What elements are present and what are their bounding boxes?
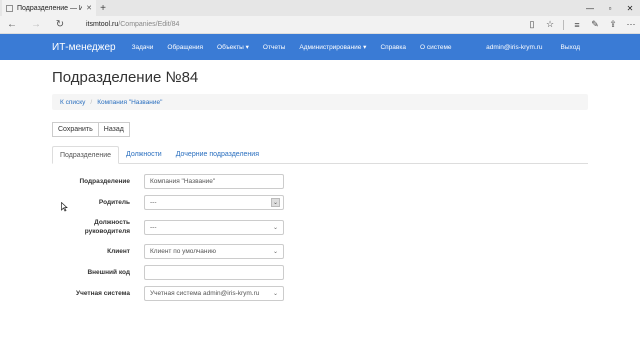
external-code-label: Внешний код — [87, 269, 130, 276]
nav-requests[interactable]: Обращения — [167, 44, 203, 51]
form-row-parent: Родитель --- ⌄ — [52, 195, 588, 210]
breadcrumb-current[interactable]: Компания "Название" — [97, 99, 162, 106]
hub-icon[interactable]: ≡ — [568, 16, 586, 34]
browser-toolbar: ← → ↻ itsmtool.ru/Companies/Edit/84 ▯ ☆ … — [0, 16, 640, 34]
nav-tasks[interactable]: Задачи — [132, 44, 154, 51]
favorite-star-icon[interactable]: ☆ — [541, 16, 559, 34]
logout-link[interactable]: Выход — [561, 44, 580, 51]
minimize-icon[interactable]: — — [580, 0, 600, 16]
browser-tab-strip: Подразделение — ИТ- ✕ + — ▫ ✕ — [0, 0, 640, 16]
division-label: Подразделение — [79, 178, 130, 185]
back-icon[interactable]: ← — [0, 16, 24, 34]
client-label: Клиент — [107, 248, 130, 255]
app-navbar: ИТ-менеджер Задачи Обращения Объекты ▾ О… — [0, 34, 640, 60]
tab-bar: Подразделение Должности Дочерние подразд… — [52, 146, 588, 164]
division-form: Подразделение Компания "Название" Родите… — [52, 174, 588, 301]
close-window-icon[interactable]: ✕ — [620, 0, 640, 16]
forward-icon[interactable]: → — [24, 16, 48, 34]
form-row-client: Клиент Клиент по умолчанию ⌄ — [52, 244, 588, 259]
system-label: Учетная система — [76, 290, 130, 297]
address-bar[interactable]: itsmtool.ru/Companies/Edit/84 — [72, 21, 523, 28]
client-select[interactable]: Клиент по умолчанию ⌄ — [144, 244, 284, 259]
divider — [563, 19, 564, 30]
window-controls: — ▫ ✕ — [580, 0, 640, 16]
url-host: itsmtool.ru — [86, 21, 119, 28]
main-content: Подразделение №84 К списку / Компания "Н… — [0, 69, 640, 301]
breadcrumb: К списку / Компания "Название" — [52, 94, 588, 110]
external-code-input[interactable] — [144, 265, 284, 280]
nav-reports[interactable]: Отчеты — [263, 44, 285, 51]
form-row-head-position: Должность руководителя --- ⌄ — [52, 216, 588, 238]
action-buttons: Сохранить Назад — [52, 122, 588, 137]
chevron-down-icon: ⌄ — [272, 224, 278, 231]
tab-positions[interactable]: Должности — [119, 146, 169, 163]
brand-logo[interactable]: ИТ-менеджер — [52, 42, 116, 53]
nav-admin[interactable]: Администрирование ▾ — [299, 43, 366, 51]
note-icon[interactable]: ✎ — [586, 16, 604, 34]
client-select-value: Клиент по умолчанию — [150, 248, 217, 255]
new-tab-icon[interactable]: + — [96, 0, 110, 16]
form-row-division: Подразделение Компания "Название" — [52, 174, 588, 189]
nav-help[interactable]: Справка — [380, 44, 406, 51]
breadcrumb-separator: / — [90, 98, 93, 106]
breadcrumb-back-link[interactable]: К списку — [60, 99, 85, 106]
head-position-select[interactable]: --- ⌄ — [144, 219, 284, 235]
chevron-down-icon: ⌄ — [271, 198, 280, 207]
form-row-system: Учетная система Учетная система admin@ir… — [52, 286, 588, 301]
user-link[interactable]: admin@iris-krym.ru — [486, 44, 542, 51]
head-position-label: Должность руководителя — [84, 219, 130, 235]
parent-select[interactable]: --- ⌄ — [144, 195, 284, 210]
nav-objects[interactable]: Объекты ▾ — [217, 43, 249, 51]
head-position-select-value: --- — [150, 223, 157, 231]
nav-about[interactable]: О системе — [420, 44, 452, 51]
maximize-icon[interactable]: ▫ — [600, 0, 620, 16]
tab-child-divisions[interactable]: Дочерние подразделения — [169, 146, 266, 163]
url-path: /Companies/Edit/84 — [118, 21, 180, 28]
refresh-icon[interactable]: ↻ — [48, 16, 72, 34]
close-tab-icon[interactable]: ✕ — [86, 4, 92, 12]
mouse-cursor-icon — [61, 201, 68, 214]
form-row-external-code: Внешний код — [52, 265, 588, 280]
tab-division[interactable]: Подразделение — [52, 146, 120, 164]
page-icon — [6, 4, 13, 12]
system-select[interactable]: Учетная система admin@iris-krym.ru ⌄ — [144, 286, 284, 301]
browser-actions: ▯ ☆ ≡ ✎ ⇪ ⋯ — [523, 16, 640, 34]
browser-tab[interactable]: Подразделение — ИТ- ✕ — [2, 0, 96, 16]
parent-select-value: --- — [150, 199, 157, 206]
reading-view-icon[interactable]: ▯ — [523, 16, 541, 34]
system-select-value: Учетная система admin@iris-krym.ru — [150, 290, 260, 297]
back-button[interactable]: Назад — [98, 122, 130, 137]
chevron-down-icon: ⌄ — [272, 249, 278, 255]
division-input[interactable]: Компания "Название" — [144, 174, 284, 189]
browser-tab-title: Подразделение — ИТ- — [17, 4, 83, 12]
more-icon[interactable]: ⋯ — [622, 16, 640, 34]
page-title: Подразделение №84 — [52, 69, 199, 86]
chevron-down-icon: ⌄ — [272, 291, 278, 297]
share-icon[interactable]: ⇪ — [604, 16, 622, 34]
navbar-right: admin@iris-krym.ru Выход — [468, 44, 640, 51]
save-button[interactable]: Сохранить — [52, 122, 99, 137]
